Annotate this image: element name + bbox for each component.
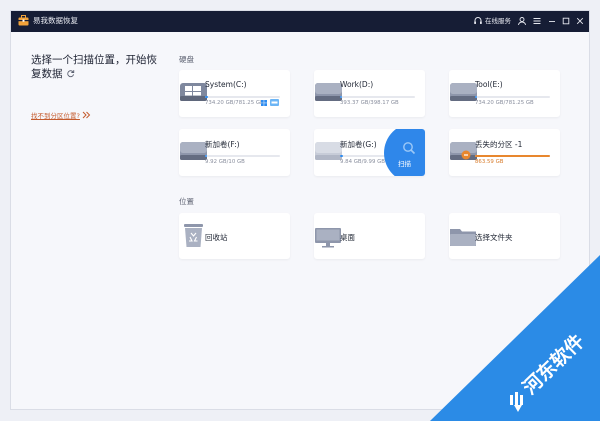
drive-size: 9.84 GB/9.99 GB <box>340 159 385 165</box>
account-icon[interactable] <box>516 15 528 27</box>
drive-card-g[interactable]: 新加卷(G:) 9.84 GB/9.99 GB 扫描 <box>314 129 425 176</box>
usage-fill <box>475 155 550 157</box>
usage-bar <box>205 155 280 157</box>
location-name: 选择文件夹 <box>475 233 513 242</box>
location-name: 桌面 <box>340 233 355 242</box>
drive-name: Tool(E:) <box>475 80 503 89</box>
online-service-icon[interactable] <box>473 16 483 26</box>
usage-bar <box>340 96 415 98</box>
drive-size: 393.37 GB/398.17 GB <box>340 100 399 106</box>
magnifier-icon[interactable] <box>402 141 416 155</box>
drive-card-c[interactable]: System(C:) 734.20 GB/781.25 GB <box>179 70 290 117</box>
online-service-label[interactable]: 在线服务 <box>485 15 511 27</box>
close-icon[interactable] <box>574 15 586 27</box>
location-desktop[interactable]: 桌面 <box>314 213 425 259</box>
location-recycle-bin[interactable]: 回收站 <box>179 213 290 259</box>
app-title: 易我数据恢复 <box>33 16 78 25</box>
drive-size: 734.20 GB/781.25 GB <box>205 100 264 106</box>
drive-size: 734.20 GB/781.25 GB <box>475 100 534 106</box>
menu-icon[interactable] <box>531 15 543 27</box>
drive-card-f[interactable]: 新加卷(F:) 9.92 GB/10 GB <box>179 129 290 176</box>
windows-icon <box>261 100 267 106</box>
drive-name: 丢失的分区 -1 <box>475 140 523 149</box>
toolbox-icon <box>18 15 29 26</box>
double-chevron-right-icon <box>82 111 91 119</box>
scan-label[interactable]: 扫描 <box>398 158 411 168</box>
usage-fill <box>340 96 343 98</box>
location-name: 回收站 <box>205 233 228 242</box>
minimize-icon[interactable] <box>546 15 558 27</box>
drive-size: 863.59 GB <box>475 159 504 165</box>
page-title: 选择一个扫描位置，开始恢复数据 <box>31 53 159 81</box>
drive-name: 新加卷(F:) <box>205 140 240 149</box>
section-disks-label: 硬盘 <box>179 55 194 64</box>
location-folder[interactable]: 选择文件夹 <box>449 213 560 259</box>
page-title-text: 选择一个扫描位置，开始恢复数据 <box>31 54 157 80</box>
usage-fill <box>475 96 478 98</box>
usage-bar <box>340 155 390 157</box>
watermark-banner: 河东软件 <box>430 255 600 421</box>
drive-badge-icon <box>270 99 279 106</box>
title-bar: 易我数据恢复 在线服务 <box>11 11 589 32</box>
usage-bar <box>205 96 280 98</box>
drive-name: Work(D:) <box>340 80 374 89</box>
help-link-text[interactable]: 找不到分区位置? <box>31 112 80 120</box>
drive-card-lost[interactable]: 丢失的分区 -1 863.59 GB <box>449 129 560 176</box>
drive-name: 新加卷(G:) <box>340 140 377 149</box>
usage-fill <box>340 155 343 157</box>
drive-card-e[interactable]: Tool(E:) 734.20 GB/781.25 GB <box>449 70 560 117</box>
help-link[interactable]: 找不到分区位置? <box>31 110 91 120</box>
usage-bar <box>475 96 550 98</box>
usage-fill <box>205 96 208 98</box>
refresh-icon[interactable] <box>66 69 75 78</box>
usage-fill <box>205 155 207 157</box>
drive-card-d[interactable]: Work(D:) 393.37 GB/398.17 GB <box>314 70 425 117</box>
drive-name: System(C:) <box>205 80 247 89</box>
maximize-icon[interactable] <box>560 15 572 27</box>
usage-bar <box>475 155 550 157</box>
drive-size: 9.92 GB/10 GB <box>205 159 245 165</box>
section-locations-label: 位置 <box>179 197 194 206</box>
